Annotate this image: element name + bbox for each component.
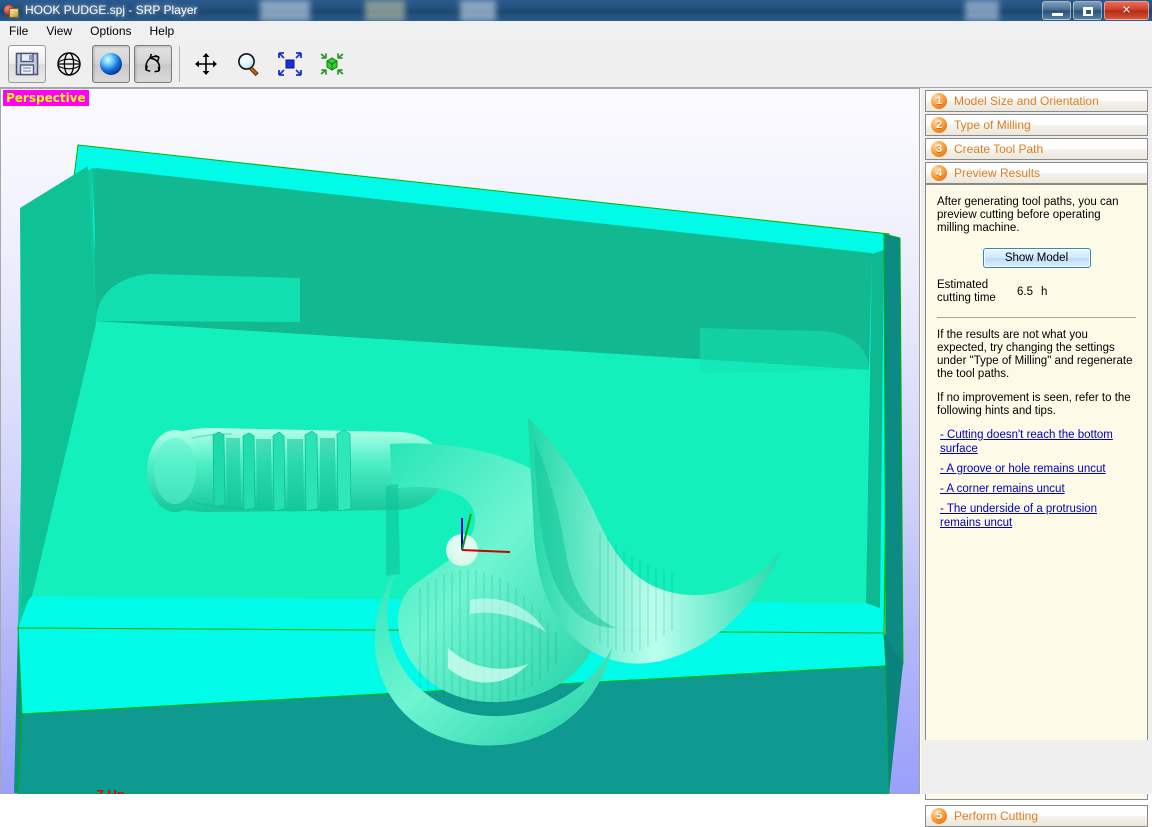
save-button[interactable] [8, 45, 46, 83]
menu-item-view[interactable]: View [37, 22, 81, 41]
sidebar-item-type-of-milling[interactable]: 2 Type of Milling [925, 114, 1148, 136]
sidebar-item-create-tool-path[interactable]: 3 Create Tool Path [925, 138, 1148, 160]
toolbar [0, 41, 1152, 88]
menu-bar: File View Options Help [0, 21, 1152, 41]
estimated-cutting-time-unit: h [1041, 286, 1048, 298]
zoom-to-fit-icon [278, 52, 302, 76]
preview-results-body: After generating tool paths, you can pre… [925, 184, 1148, 800]
rotate-view-button[interactable] [134, 45, 172, 83]
minimize-button[interactable] [1042, 1, 1071, 20]
zoom-to-fit-button[interactable] [271, 45, 309, 83]
step-number-4: 4 [931, 165, 947, 181]
panel-divider [937, 317, 1136, 318]
window-controls: ✕ [1042, 0, 1152, 21]
wizard-panel: 1 Model Size and Orientation 2 Type of M… [921, 88, 1152, 827]
view-mode-label: Perspective [3, 90, 89, 106]
pan-move-icon [195, 53, 217, 75]
step-number-5: 5 [931, 808, 947, 824]
step-number-1: 1 [931, 93, 947, 109]
app-icon-plate [9, 7, 19, 18]
step-label-2: Type of Milling [954, 118, 1031, 132]
sidebar-item-perform-cutting[interactable]: 5 Perform Cutting [925, 805, 1148, 827]
rotate-icon [145, 53, 161, 73]
fit-object-button[interactable] [313, 45, 351, 83]
step-label-5: Perform Cutting [954, 809, 1039, 823]
step-number-2: 2 [931, 117, 947, 133]
step-label-1: Model Size and Orientation [954, 94, 1099, 108]
3d-viewport[interactable]: Perspective [0, 88, 920, 794]
fit-object-icon [320, 53, 344, 75]
3d-model-render [14, 144, 904, 794]
intro-text: After generating tool paths, you can pre… [937, 196, 1119, 234]
viewport-bottom-label: Z Up [96, 788, 125, 794]
step-number-3: 3 [931, 141, 947, 157]
link-corner-uncut[interactable]: - A corner remains uncut [940, 482, 1136, 496]
panel-filler [921, 740, 1152, 794]
save-icon [15, 52, 39, 76]
estimated-cutting-time: Estimated cutting time 6.5 h [937, 279, 1147, 305]
wireframe-globe-button[interactable] [50, 45, 88, 83]
zoom-magnifier-icon [238, 53, 259, 77]
pan-button[interactable] [187, 45, 225, 83]
link-protrusion-underside[interactable]: - The underside of a protrusion remains … [940, 502, 1136, 530]
shading-sphere-icon [100, 53, 122, 75]
sidebar-item-preview-results[interactable]: 4 Preview Results [925, 162, 1148, 184]
globe-icon [57, 52, 81, 76]
sidebar-item-model-size[interactable]: 1 Model Size and Orientation [925, 90, 1148, 112]
close-button[interactable]: ✕ [1104, 1, 1149, 20]
close-icon: ✕ [1121, 4, 1132, 16]
shaded-view-button[interactable] [92, 45, 130, 83]
hint-paragraph-2: If no improvement is seen, refer to the … [937, 392, 1131, 417]
maximize-button[interactable] [1073, 1, 1102, 20]
title-bar[interactable]: HOOK PUDGE.spj - SRP Player ✕ [0, 0, 1152, 21]
step-label-3: Create Tool Path [954, 142, 1044, 156]
zoom-button[interactable] [229, 45, 267, 83]
maximize-icon-inner [1085, 9, 1092, 15]
app-icon[interactable] [4, 3, 20, 19]
estimated-cutting-time-label: Estimated cutting time [937, 279, 996, 304]
menu-item-file[interactable]: File [0, 22, 37, 41]
link-bottom-surface[interactable]: - Cutting doesn't reach the bottom surfa… [940, 428, 1136, 456]
menu-item-options[interactable]: Options [81, 22, 140, 41]
window-title: HOOK PUDGE.spj - SRP Player [25, 3, 198, 17]
toolbar-separator [179, 46, 180, 82]
link-groove-or-hole[interactable]: - A groove or hole remains uncut [940, 462, 1136, 476]
estimated-cutting-time-value: 6.5 [1017, 286, 1033, 298]
step-label-4: Preview Results [954, 166, 1041, 180]
show-model-button[interactable]: Show Model [982, 248, 1091, 268]
hint-paragraph-1: If the results are not what you expected… [937, 329, 1133, 380]
minimize-icon [1052, 13, 1063, 16]
menu-item-help[interactable]: Help [141, 22, 184, 41]
